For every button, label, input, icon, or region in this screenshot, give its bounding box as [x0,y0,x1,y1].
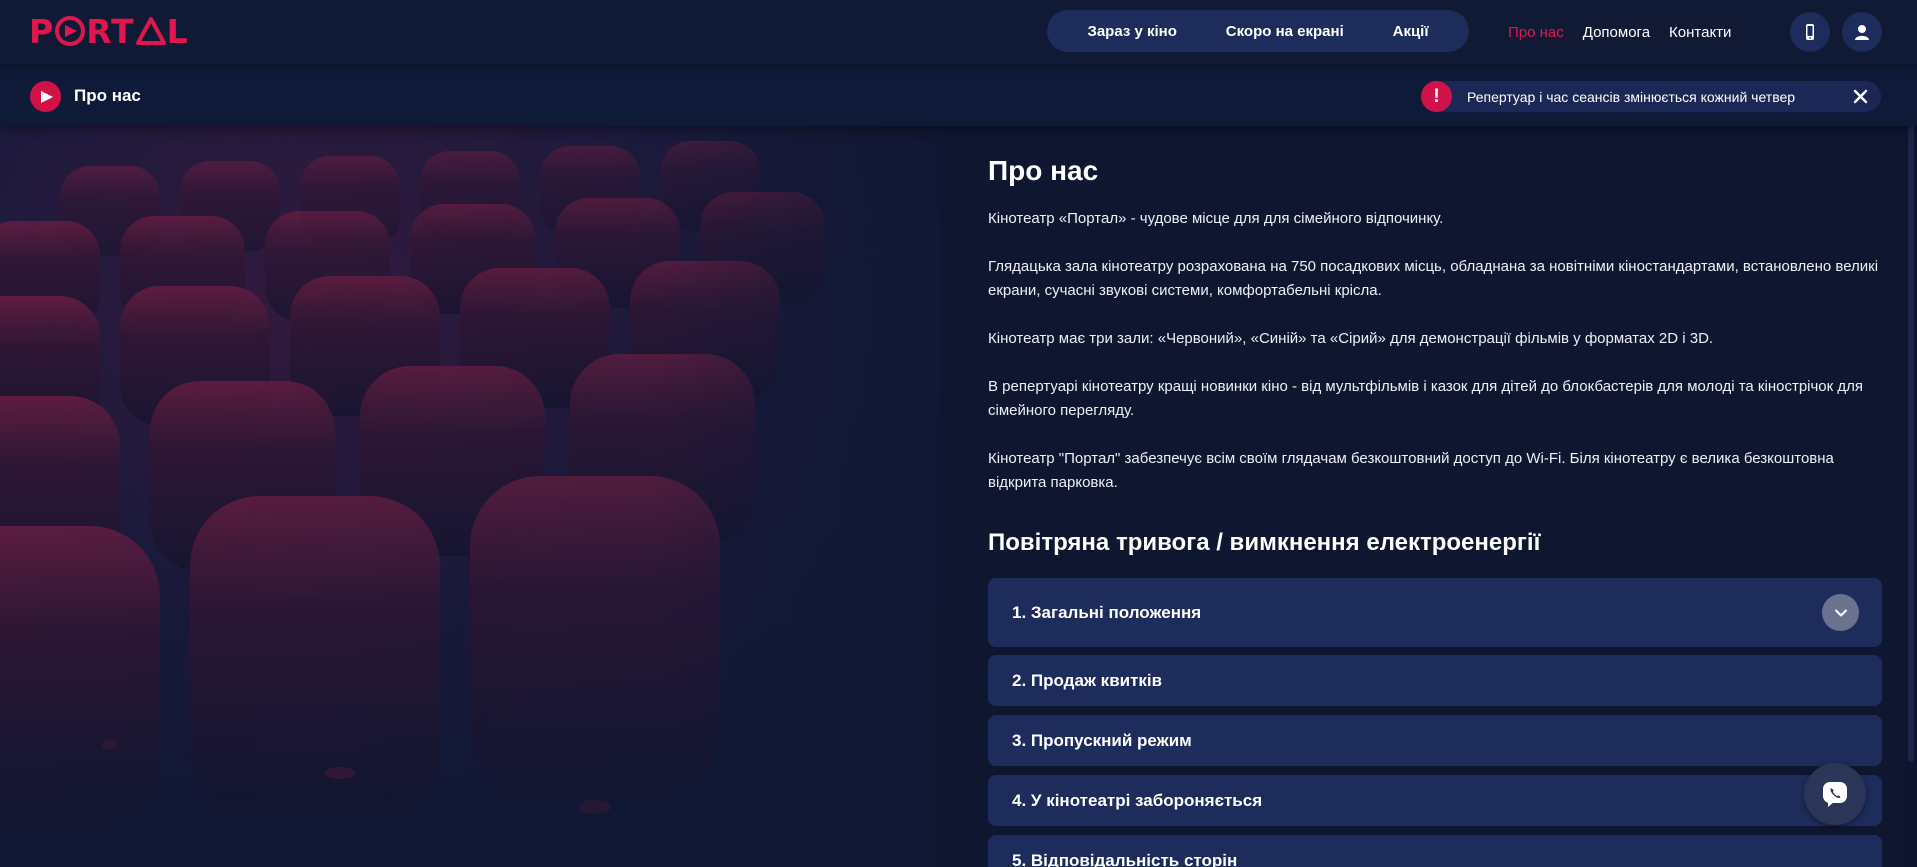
accordion-label: 2. Продаж квитків [1012,670,1163,690]
accordion-label: 5. Відповідальність сторін [1012,850,1238,867]
nav-promotions[interactable]: Акції [1393,23,1429,40]
top-header: P RT L Зараз у кіно Скоро на екрані Акці… [0,0,1917,64]
about-paragraph-3: Кінотеатр має три зали: «Червоний», «Син… [988,330,1714,347]
portal-logo[interactable]: P RT L [29,12,189,51]
breadcrumb-bar: Про нас ! Репертуар і час сеансів змінює… [0,64,1917,126]
main-nav-pill: Зараз у кіно Скоро на екрані Акції [1047,10,1469,52]
logo-letters-rt: RT [86,11,135,51]
viber-icon [1823,782,1847,807]
secondary-nav: Про нас Допомога Контакти [1508,21,1731,43]
about-section: Про нас Кінотеатр «Портал» - чудове місц… [988,155,1882,556]
about-paragraph-1: Кінотеатр «Портал» - чудове місце для дл… [988,210,1444,227]
chevron-down-icon[interactable] [1822,594,1859,631]
page-title: Про нас [988,155,1099,186]
accordion-item-access[interactable]: 3. Пропускний режим [988,715,1882,766]
logo-triangle-icon [135,17,166,45]
accordion-item-tickets[interactable]: 2. Продаж квитків [988,655,1882,706]
accordion-item-prohibited[interactable]: 4. У кінотеатрі забороняється [988,775,1882,826]
alert-icon: ! [1421,81,1452,112]
accordion-label: 3. Пропускний режим [1012,730,1192,750]
breadcrumb: Про нас [74,86,141,105]
notice-text: Репертуар і час сеансів змінюється кожни… [1467,88,1796,105]
nav-now-showing[interactable]: Зараз у кіно [1087,23,1176,40]
link-contacts[interactable]: Контакти [1669,24,1731,41]
phone-icon [1806,24,1814,40]
viber-chat-button[interactable] [1804,763,1866,825]
about-paragraph-5: Кінотеатр "Портал" забезпечує всім своїм… [988,450,1834,491]
profile-button[interactable] [1842,12,1882,52]
user-icon [1855,25,1869,40]
accordion-item-general[interactable]: 1. Загальні положення [988,578,1882,647]
accordion-label: 4. У кінотеатрі забороняється [1012,790,1263,810]
cinema-seats-image [0,126,940,867]
accordion-label: 1. Загальні положення [1012,602,1202,622]
logo-play-icon [55,16,86,46]
page-scrollbar[interactable] [1905,0,1917,867]
link-about[interactable]: Про нас [1508,24,1564,41]
play-icon [30,81,61,112]
logo-letter-p: P [29,11,55,51]
about-paragraph-4: В репертуарі кінотеатру кращі новинки кі… [988,378,1864,419]
nav-coming-soon[interactable]: Скоро на екрані [1226,23,1344,40]
schedule-notice: ! Репертуар і час сеансів змінюється кож… [1421,81,1881,112]
close-icon[interactable] [1852,88,1869,105]
logo-letter-l: L [166,11,189,51]
link-help[interactable]: Допомога [1583,24,1650,41]
about-paragraph-2: Глядацька зала кінотеатру розрахована на… [988,258,1879,299]
phone-button[interactable] [1790,12,1830,52]
accordion-item-responsibility[interactable]: 5. Відповідальність сторін [988,835,1882,867]
section-title: Повітряна тривога / вимкнення електроене… [988,529,1541,556]
